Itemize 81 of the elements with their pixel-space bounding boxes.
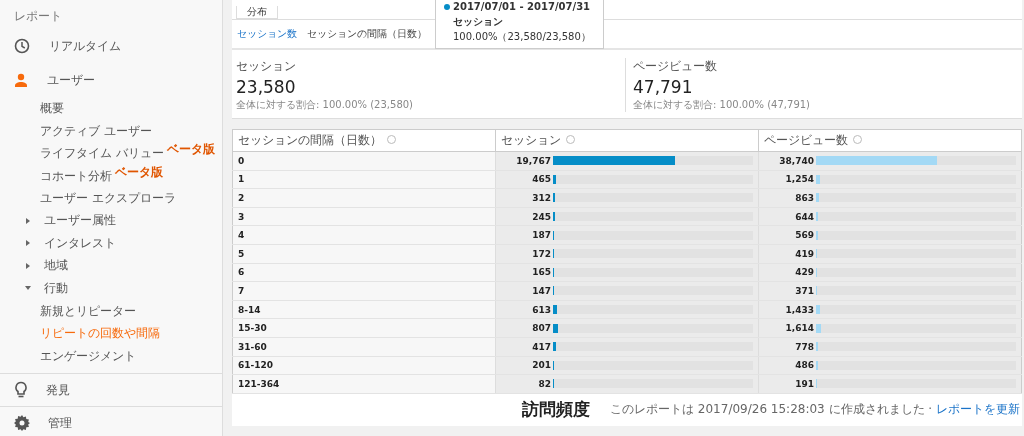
view-tab[interactable]: セッションの間隔（日数） [307,27,427,41]
sidebar-item[interactable]: アクティブ ユーザー [40,119,152,142]
sidebar-heading: レポート [13,8,63,25]
table-cell-text: 807 [531,323,551,334]
table-cell: 7 [232,281,496,301]
report-title: 訪問頻度 [522,398,590,422]
sidebar-item[interactable]: インタレスト [44,234,116,252]
table-cell-text: 245 [531,211,551,222]
table-cell-text: 147 [531,285,551,296]
settings-icon [14,415,30,431]
table-cell-text: 201 [531,360,551,371]
tooltip-date-range: 2017/07/01 - 2017/07/31 [453,0,591,14]
tooltip-metric: セッション [452,15,504,29]
table-cell-text: 417 [531,341,551,352]
table-cell: 31-60 [232,337,496,357]
table-cell: 6 [232,263,496,282]
table-cell-text: 613 [531,304,551,315]
metric-value: 23,580 [236,77,297,97]
table-cell-text: 419 [794,248,814,259]
tooltip-value: 100.00%（23,580/23,580） [452,30,591,44]
table-cell-text: 165 [531,267,551,278]
sidebar-item[interactable]: 概要 [40,97,64,120]
table-cell: 1 [232,170,496,189]
report-timestamp: このレポートは 2017/09/26 15:28:03 に作成されました · [610,402,933,417]
sidebar-item[interactable]: ユーザー属性 [44,212,116,230]
metric-note: 全体に対する割合: 100.00% (47,791) [633,98,811,112]
table-cell-text: 191 [794,378,814,389]
table-cell-text: 172 [531,248,551,259]
table-cell: 61-120 [232,356,496,375]
table-cell-text: 429 [794,267,814,278]
sidebar-item[interactable]: 地域 [44,257,68,275]
sidebar-item[interactable]: コホート分析 ベータ版 [40,164,163,187]
table-cell: 15-30 [232,318,496,338]
table-cell: 2 [232,188,496,208]
table-cell-text: 644 [794,211,814,222]
view-tab[interactable]: セッション数 [237,27,297,41]
sidebar-item[interactable]: 発見 [0,373,222,406]
sidebar-item[interactable]: ユーザー エクスプローラ [40,187,176,210]
tab[interactable]: 分布 [236,6,278,19]
table-cell: 121-364 [232,374,496,394]
table-cell-text: 82 [537,378,551,389]
lightbulb-icon [14,381,28,399]
caret-right-icon[interactable] [25,217,31,224]
table-cell: 8-14 [232,300,496,319]
sidebar-item[interactable]: エンゲージメント [40,344,136,367]
table-cell-text: 778 [794,341,814,352]
table-cell-text: 38,740 [778,155,814,166]
metric-label: ページビュー数 [633,58,718,75]
table-cell: 0 [232,151,496,171]
table-cell-text: 187 [531,230,551,241]
table-cell-text: 1,614 [784,323,814,334]
caret-right-icon[interactable] [25,262,31,269]
beta-label: ベータ版 [166,143,215,155]
sidebar-item[interactable]: ライフタイム バリュー ベータ版 [40,142,215,165]
sidebar-item[interactable]: リアルタイム [0,29,222,63]
metric-note: 全体に対する割合: 100.00% (23,580) [236,98,414,112]
metric-label: セッション [236,58,297,75]
table-cell-text: 465 [531,174,551,185]
column-header[interactable]: ページビュー数 [758,129,1022,152]
table-cell-text: 486 [794,360,814,371]
column-header[interactable]: セッションの間隔（日数） [232,129,496,152]
refresh-report-link[interactable]: レポートを更新 [936,402,1020,417]
metric-value: 47,791 [633,77,694,97]
beta-label: ベータ版 [115,165,163,178]
table-cell: 4 [232,225,496,245]
table-cell-text: 1,254 [784,174,814,185]
table-cell: 3 [232,207,496,226]
table-cell-text: 1,433 [784,304,814,315]
sidebar-item[interactable]: 管理 [0,406,222,436]
table-cell-text: 863 [794,193,814,203]
sidebar-item[interactable]: 行動 [44,279,68,297]
table-cell: 5 [232,244,496,264]
table-cell-text: 19,767 [515,155,551,166]
column-header[interactable]: セッション [495,129,759,152]
table-cell-text: 312 [531,193,551,203]
sidebar-item[interactable]: ユーザー [0,63,222,97]
sidebar-item[interactable]: 新規とリピーター [40,299,136,322]
caret-down-icon[interactable] [25,285,31,292]
table-cell-text: 371 [794,285,814,296]
caret-right-icon[interactable] [25,240,31,247]
table-cell-text: 569 [794,230,814,241]
